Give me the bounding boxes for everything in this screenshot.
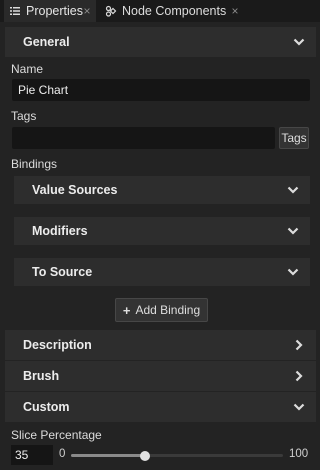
tab-bar: Properties × Node Components × [0, 0, 320, 22]
bindings-label: Bindings [11, 157, 58, 171]
tab-node-components[interactable]: Node Components × [100, 0, 246, 22]
list-icon [8, 4, 22, 18]
properties-panel: General Name Pie Chart Tags Tags Binding… [0, 22, 320, 470]
binding-value-sources-label: Value Sources [32, 183, 118, 197]
slice-percentage-label: Slice Percentage [11, 428, 102, 442]
close-icon[interactable]: × [228, 4, 242, 18]
slider-max-label: 100 [289, 448, 309, 460]
chevron-down-icon [287, 186, 299, 194]
binding-value-sources[interactable]: Value Sources [14, 176, 310, 204]
slice-percentage-slider[interactable] [71, 450, 283, 461]
close-icon[interactable]: × [80, 4, 94, 18]
slider-thumb[interactable] [140, 450, 151, 461]
tab-properties-label: Properties [26, 4, 83, 18]
binding-to-source-label: To Source [32, 265, 93, 279]
tags-field[interactable] [12, 127, 275, 149]
section-general-label: General [23, 35, 70, 49]
slider-fill [71, 454, 146, 457]
tab-node-components-label: Node Components [122, 4, 227, 18]
chevron-right-icon [295, 370, 303, 382]
chevron-down-icon [293, 38, 305, 46]
chevron-down-icon [293, 403, 305, 411]
chevron-down-icon [287, 227, 299, 235]
slice-percentage-value: 35 [15, 448, 29, 462]
section-description-header[interactable]: Description [5, 330, 316, 360]
section-brush-header[interactable]: Brush [5, 361, 316, 391]
name-field[interactable]: Pie Chart [12, 79, 310, 101]
section-general-header[interactable]: General [5, 27, 316, 57]
name-label: Name [11, 62, 44, 76]
plus-icon: + [122, 302, 131, 318]
slider-min-label: 0 [59, 448, 66, 460]
tags-button[interactable]: Tags [279, 127, 309, 149]
binding-modifiers-label: Modifiers [32, 224, 88, 238]
section-description-label: Description [23, 338, 92, 352]
section-custom-header[interactable]: Custom [5, 392, 316, 422]
binding-modifiers[interactable]: Modifiers [14, 217, 310, 245]
chevron-down-icon [287, 268, 299, 276]
tab-properties[interactable]: Properties × [4, 0, 96, 22]
node-components-icon [104, 4, 118, 18]
chevron-right-icon [295, 339, 303, 351]
tags-label: Tags [11, 109, 37, 123]
section-brush-label: Brush [23, 369, 60, 383]
add-binding-label: Add Binding [135, 303, 201, 317]
binding-to-source[interactable]: To Source [14, 258, 310, 286]
add-binding-button[interactable]: + Add Binding [115, 298, 208, 322]
name-field-value: Pie Chart [18, 83, 69, 97]
section-custom-label: Custom [23, 400, 70, 414]
tags-button-label: Tags [281, 131, 307, 145]
slice-percentage-input[interactable]: 35 [11, 445, 53, 465]
